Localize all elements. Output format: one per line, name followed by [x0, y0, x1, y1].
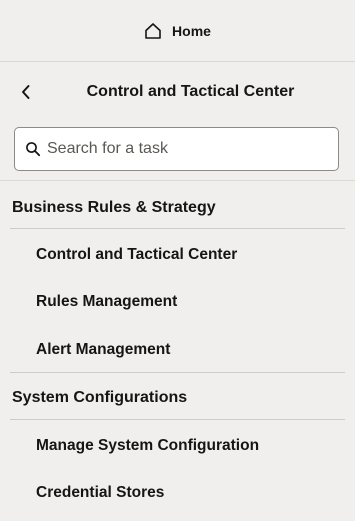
nav-item-label: Rules Management: [36, 293, 178, 310]
search-input[interactable]: [47, 129, 338, 169]
nav-item-rules-management[interactable]: Rules Management: [0, 280, 355, 324]
home-link[interactable]: Home: [144, 22, 211, 40]
home-label: Home: [172, 22, 211, 39]
nav-item-alert-management[interactable]: Alert Management: [0, 328, 355, 372]
nav-item-label: Alert Management: [36, 341, 171, 358]
search-icon: [26, 142, 41, 157]
divider: [10, 419, 345, 420]
divider: [10, 372, 345, 373]
divider: [10, 228, 345, 229]
nav-item-manage-system-configuration[interactable]: Manage System Configuration: [0, 424, 355, 468]
home-bar: Home: [0, 0, 355, 62]
section-header-business-rules: Business Rules & Strategy: [12, 199, 216, 216]
section-header-system-configurations: System Configurations: [12, 389, 188, 406]
nav-item-credential-stores[interactable]: Credential Stores: [0, 471, 355, 515]
nav-item-label: Credential Stores: [36, 484, 165, 501]
divider: [0, 180, 355, 181]
back-button[interactable]: [14, 80, 38, 104]
nav-item-label: Manage System Configuration: [36, 437, 260, 454]
title-bar: Control and Tactical Center: [0, 63, 355, 123]
search-box[interactable]: [14, 127, 339, 171]
nav-item-control-and-tactical-center[interactable]: Control and Tactical Center: [0, 233, 355, 277]
page-title: Control and Tactical Center: [86, 83, 295, 100]
navigation-panel: Home Control and Tactical Center Busines…: [0, 0, 355, 521]
home-icon: [145, 22, 161, 39]
chevron-left-icon: [22, 85, 30, 99]
nav-item-label: Control and Tactical Center: [36, 246, 238, 263]
